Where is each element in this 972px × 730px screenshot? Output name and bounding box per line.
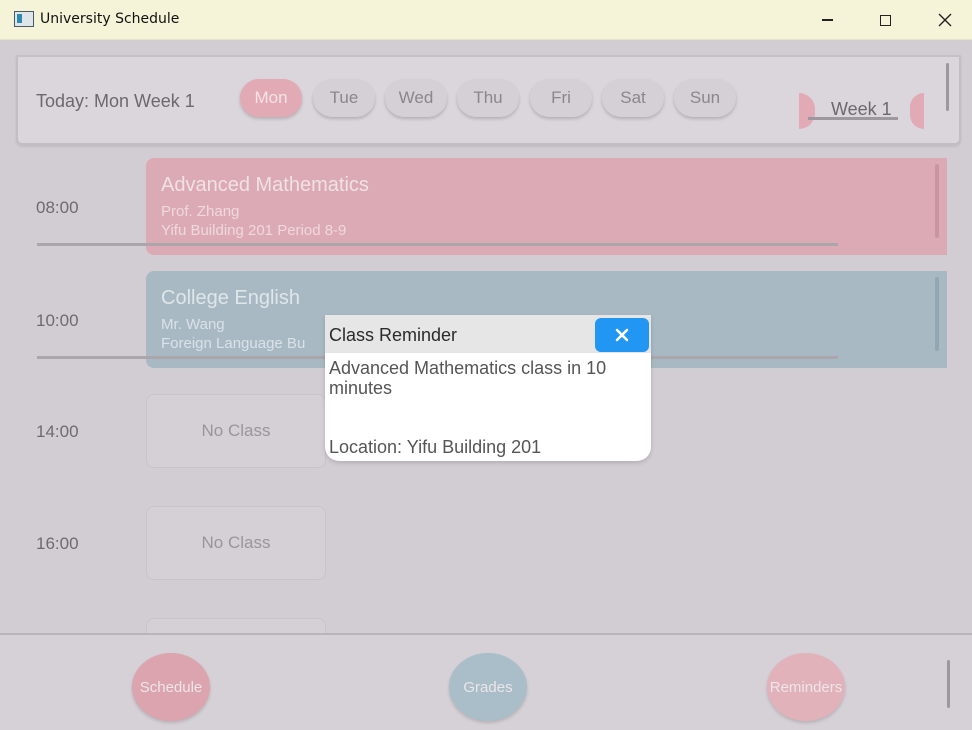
course-name: Advanced Mathematics — [161, 174, 369, 196]
maximize-button[interactable] — [862, 0, 908, 40]
empty-slot-card[interactable]: No Class — [146, 394, 326, 468]
week-label: Week 1 — [831, 99, 892, 119]
maximize-icon — [879, 14, 891, 26]
class-reminder-dialog: Class Reminder Advanced Mathematics clas… — [325, 315, 651, 461]
course-teacher: Mr. Wang — [161, 316, 225, 333]
day-tab-fri[interactable]: Fri — [530, 79, 592, 117]
time-label: 16:00 — [36, 534, 79, 553]
empty-slot-card[interactable]: No Class — [146, 506, 326, 580]
today-label: Today: Mon Week 1 — [36, 91, 195, 111]
bottom-nav: Schedule Grades Reminders — [0, 633, 972, 730]
app-icon — [14, 11, 34, 27]
course-location: Yifu Building 201 Period 8-9 — [161, 222, 347, 239]
nav-reminders-button[interactable]: Reminders — [767, 653, 845, 721]
dialog-header: Class Reminder — [325, 315, 651, 353]
time-label: 14:00 — [36, 422, 79, 441]
day-tab-thu[interactable]: Thu — [457, 79, 519, 117]
window-title: University Schedule — [40, 11, 180, 27]
card-scrollbar[interactable] — [935, 277, 939, 351]
minimize-icon — [821, 19, 833, 21]
day-tab-sun[interactable]: Sun — [674, 79, 736, 117]
dialog-close-button[interactable] — [595, 318, 649, 352]
next-week-button[interactable] — [910, 93, 924, 129]
close-icon — [938, 13, 952, 27]
minimize-button[interactable] — [804, 0, 850, 40]
bottom-scrollbar[interactable] — [947, 660, 950, 708]
card-scrollbar[interactable] — [935, 164, 939, 238]
course-name: College English — [161, 287, 300, 309]
header-scrollbar[interactable] — [946, 63, 949, 111]
course-card-advanced-mathematics[interactable]: Advanced Mathematics Prof. Zhang Yifu Bu… — [146, 158, 947, 255]
day-tab-mon[interactable]: Mon — [240, 79, 302, 117]
day-tab-wed[interactable]: Wed — [385, 79, 447, 117]
time-label: 08:00 — [36, 198, 79, 217]
nav-schedule-button[interactable]: Schedule — [132, 653, 210, 721]
dialog-location: Location: Yifu Building 201 — [329, 437, 542, 457]
close-window-button[interactable] — [922, 0, 968, 40]
day-tab-tue[interactable]: Tue — [313, 79, 375, 117]
title-bar: University Schedule — [0, 0, 972, 40]
time-label: 10:00 — [36, 311, 79, 330]
nav-grades-button[interactable]: Grades — [449, 653, 527, 721]
row-divider — [37, 243, 838, 246]
dialog-message: Advanced Mathematics class in 10 minutes — [329, 358, 607, 398]
close-icon — [615, 328, 629, 342]
header-divider — [16, 55, 961, 57]
dialog-title: Class Reminder — [329, 325, 458, 345]
course-teacher: Prof. Zhang — [161, 203, 240, 220]
day-tab-sat[interactable]: Sat — [602, 79, 664, 117]
course-location: Foreign Language Bu — [161, 335, 306, 352]
